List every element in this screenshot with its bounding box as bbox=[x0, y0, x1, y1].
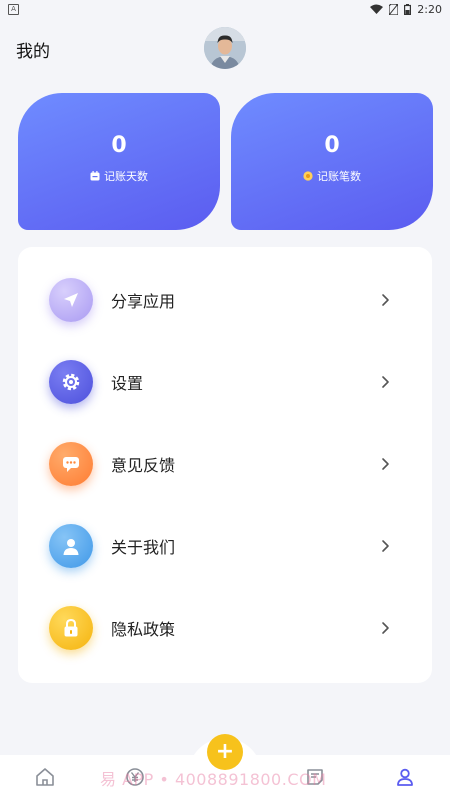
menu-list: 分享应用 设置 意见反馈 关于我们 隐私政策 bbox=[18, 247, 432, 683]
message-icon bbox=[49, 442, 93, 486]
avatar[interactable] bbox=[204, 27, 246, 69]
share-icon bbox=[49, 278, 93, 322]
watermark-text: 易 APP • 4008891800.COM bbox=[100, 770, 327, 789]
person-icon[interactable] bbox=[395, 767, 415, 787]
lock-icon bbox=[49, 606, 93, 650]
chevron-right-icon bbox=[382, 294, 389, 306]
calendar-icon bbox=[90, 171, 100, 181]
menu-item-about-us[interactable]: 关于我们 bbox=[18, 506, 432, 586]
wifi-icon bbox=[370, 4, 384, 14]
status-bar: A 2:20 bbox=[0, 0, 450, 18]
bookkeeping-entries-value: 0 bbox=[324, 133, 340, 158]
menu-item-label: 设置 bbox=[111, 374, 144, 393]
menu-item-label: 隐私政策 bbox=[111, 620, 176, 639]
menu-item-feedback[interactable]: 意见反馈 bbox=[18, 424, 432, 504]
add-record-button[interactable]: + bbox=[207, 734, 243, 770]
menu-item-label: 意见反馈 bbox=[111, 456, 176, 475]
avatar-photo bbox=[204, 27, 246, 69]
coin-icon bbox=[303, 171, 313, 181]
gear-icon bbox=[49, 360, 93, 404]
menu-item-share-app[interactable]: 分享应用 bbox=[18, 260, 432, 340]
no-sim-icon bbox=[389, 3, 399, 15]
bookkeeping-days-label: 记账天数 bbox=[104, 170, 148, 183]
chevron-right-icon bbox=[382, 540, 389, 552]
home-icon[interactable] bbox=[35, 767, 55, 787]
chevron-right-icon bbox=[382, 376, 389, 388]
chevron-right-icon bbox=[382, 458, 389, 470]
battery-icon bbox=[404, 3, 412, 15]
menu-item-privacy-policy[interactable]: 隐私政策 bbox=[18, 588, 432, 668]
bookkeeping-entries-card[interactable]: 0 记账笔数 bbox=[231, 93, 433, 230]
menu-item-label: 分享应用 bbox=[111, 292, 176, 311]
bookkeeping-days-label-row: 记账天数 bbox=[18, 168, 220, 184]
menu-item-settings[interactable]: 设置 bbox=[18, 342, 432, 422]
app-notification-icon: A bbox=[8, 3, 19, 15]
bookkeeping-entries-label-row: 记账笔数 bbox=[231, 168, 433, 184]
page-title: 我的 bbox=[16, 42, 50, 62]
clock-time: 2:20 bbox=[417, 2, 442, 16]
bookkeeping-entries-label: 记账笔数 bbox=[317, 170, 361, 183]
chevron-right-icon bbox=[382, 622, 389, 634]
user-icon bbox=[49, 524, 93, 568]
bookkeeping-days-value: 0 bbox=[111, 133, 127, 158]
bookkeeping-days-card[interactable]: 0 记账天数 bbox=[18, 93, 220, 230]
menu-item-label: 关于我们 bbox=[111, 538, 176, 557]
